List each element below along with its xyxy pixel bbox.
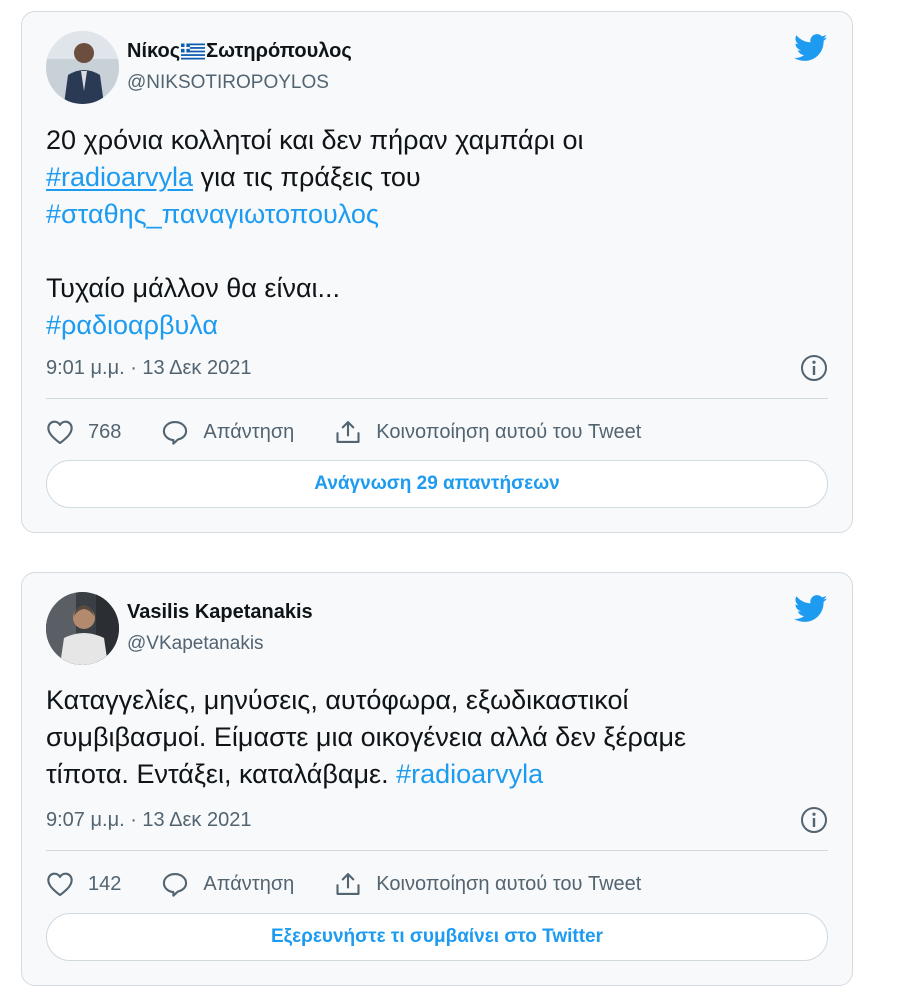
divider [46,398,828,399]
author-handle[interactable]: @NIKSOTIROPOYLOS [127,72,329,94]
greek-flag-icon [181,43,206,60]
share-button[interactable]: Κοινοποίηση αυτού του Tweet [334,871,641,897]
author-handle[interactable]: @VKapetanakis [127,633,264,655]
tweet-text-line: Καταγγελίες, μηνύσεις, αυτόφωρα, εξωδικα… [46,685,629,715]
share-icon [336,421,360,443]
hashtag-link[interactable]: #radioarvyla [396,759,543,789]
tweet-text-line: #σταθης_παναγιωτοπουλος [46,196,826,233]
heart-icon [47,872,73,897]
author-name-first: Νίκος [127,40,181,62]
tweet-text-line: συμβιβασμοί. Είμαστε μια οικογένεια αλλά… [46,722,687,752]
hashtag-link[interactable]: #σταθης_παναγιωτοπουλος [46,199,379,229]
tweet-text-line: Τυχαίο μάλλον θα είναι... [46,273,341,303]
reply-button[interactable]: Απάντηση [161,871,294,897]
reply-icon [163,873,188,897]
share-icon [336,873,360,895]
hashtag-link[interactable]: #ραδιοαρβυλα [46,310,218,340]
tweet-timestamp[interactable]: 9:01 μ.μ. · 13 Δεκ 2021 [46,357,251,380]
tweet-actions: 768 Απάντηση Κοινοποίηση αυτού του Tweet [46,414,828,450]
tweet-text-line: #ραδιοαρβυλα [46,307,826,344]
reply-icon [163,421,188,445]
reply-button[interactable]: Απάντηση [161,419,294,445]
tweet-text: Καταγγελίες, μηνύσεις, αυτόφωρα, εξωδικα… [46,682,826,793]
like-count: 768 [88,420,122,443]
tweet-actions: 142 Απάντηση Κοινοποίηση αυτού του Tweet [46,866,828,902]
like-button[interactable]: 142 [46,871,121,897]
author-name[interactable]: Νίκος Σωτηρόπουλος [127,40,352,63]
tweet-text-line: 20 χρόνια κολλητοί και δεν πήραν χαμπάρι… [46,125,584,155]
author-name[interactable]: Vasilis Kapetanakis [127,601,313,624]
tweet-card[interactable]: Νίκος Σωτηρόπουλος @NIKSOTIROPOYLOS 20 χ… [21,11,853,533]
read-replies-button[interactable]: Ανάγνωση 29 απαντήσεων [46,460,828,508]
info-icon[interactable] [800,354,828,382]
tweet-card[interactable]: Vasilis Kapetanakis @VKapetanakis Καταγγ… [21,572,853,986]
explore-twitter-button[interactable]: Εξερευνήστε τι συμβαίνει στο Twitter [46,913,828,961]
hashtag-link[interactable]: #radioarvyla [46,162,193,192]
like-count: 142 [88,872,122,895]
info-icon[interactable] [800,806,828,834]
twitter-bird-icon[interactable] [794,34,828,62]
heart-icon [47,420,73,445]
reply-label: Απάντηση [203,420,295,443]
tweet-text-line: #radioarvyla για τις πράξεις του [46,159,826,196]
divider [46,850,828,851]
tweet-text-line: τίποτα. Εντάξει, καταλάβαμε. #radioarvyl… [46,756,826,793]
avatar[interactable] [46,31,119,104]
reply-label: Απάντηση [203,872,295,895]
tweet-timestamp[interactable]: 9:07 μ.μ. · 13 Δεκ 2021 [46,809,251,832]
tweet-text: 20 χρόνια κολλητοί και δεν πήραν χαμπάρι… [46,122,826,344]
author-name-last: Σωτηρόπουλος [206,40,352,62]
share-label: Κοινοποίηση αυτού του Tweet [376,872,642,895]
twitter-bird-icon[interactable] [794,595,828,623]
avatar[interactable] [46,592,119,665]
tweet-text-fragment: τίποτα. Εντάξει, καταλάβαμε. [46,759,397,789]
tweet-text-fragment: για τις πράξεις του [193,162,421,192]
share-label: Κοινοποίηση αυτού του Tweet [376,420,642,443]
like-button[interactable]: 768 [46,419,121,445]
share-button[interactable]: Κοινοποίηση αυτού του Tweet [334,419,641,445]
